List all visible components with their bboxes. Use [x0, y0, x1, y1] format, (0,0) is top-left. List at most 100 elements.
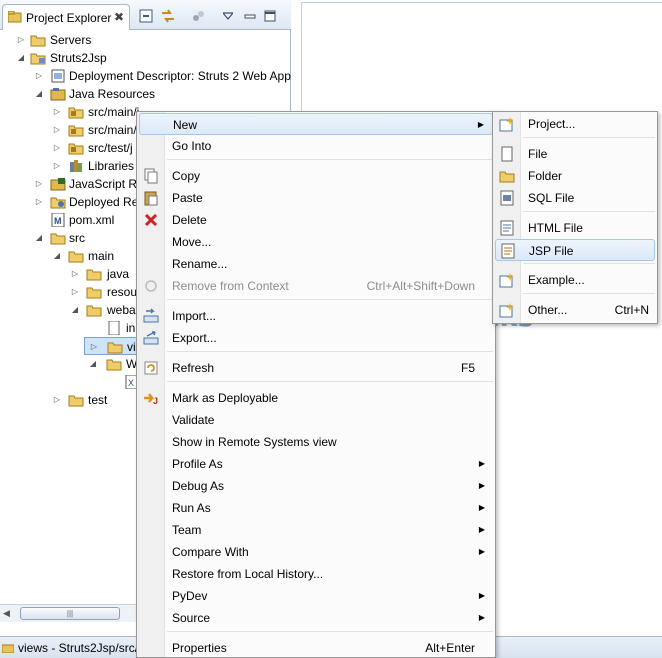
- tree-item-label: Struts2Jsp: [50, 51, 107, 65]
- submenu-item-html-file[interactable]: HTML File: [495, 217, 655, 239]
- menu-item-shortcut: F5: [460, 361, 475, 375]
- tree-item-label: java: [107, 267, 130, 281]
- folder-icon: [30, 31, 46, 49]
- menu-item-source[interactable]: Source ▶: [139, 607, 493, 629]
- menu-item-remove-from-context[interactable]: Remove from Context Ctrl+Alt+Shift+Down: [139, 275, 493, 297]
- svg-text:M: M: [54, 216, 62, 226]
- tree-twisty-icon[interactable]: ▷: [34, 175, 44, 193]
- tree-twisty-icon[interactable]: ◢: [88, 355, 98, 373]
- tree-twisty-icon[interactable]: ◢: [16, 49, 26, 67]
- tree-twisty-icon[interactable]: ▷: [52, 121, 62, 139]
- new-folder-icon: [499, 168, 515, 184]
- menu-item-debug-as[interactable]: Debug As ▶: [139, 475, 493, 497]
- tree-item-label: weba: [107, 303, 136, 317]
- menu-item-label: SQL File: [528, 191, 575, 205]
- source-folder-icon: [68, 103, 84, 121]
- file-icon: [106, 319, 122, 337]
- maximize-icon[interactable]: [262, 8, 278, 24]
- menu-item-import[interactable]: Import...: [139, 305, 493, 327]
- menu-item-run-as[interactable]: Run As ▶: [139, 497, 493, 519]
- tree-twisty-icon[interactable]: [34, 211, 44, 229]
- context-menu: New ▶ Go Into Copy Paste Delete Move... Rename.…: [136, 111, 496, 658]
- folder-icon: [68, 391, 84, 409]
- collapse-all-icon[interactable]: [138, 8, 154, 24]
- tree-twisty-icon[interactable]: ▷: [16, 31, 26, 49]
- tree-twisty-icon[interactable]: ▷: [52, 157, 62, 175]
- paste-icon: [143, 190, 159, 206]
- menu-item-new[interactable]: New ▶: [139, 113, 493, 135]
- folder-icon: [107, 338, 123, 356]
- tree-item[interactable]: ▷ Deployment Descriptor: Struts 2 Web App: [0, 67, 291, 85]
- menu-item-properties[interactable]: Properties Alt+Enter: [139, 637, 493, 658]
- link-with-editor-icon[interactable]: [160, 8, 176, 24]
- menu-item-mark-as-deployable[interactable]: J Mark as Deployable: [139, 387, 493, 409]
- menu-item-move[interactable]: Move...: [139, 231, 493, 253]
- tree-item[interactable]: ◢ Java Resources: [0, 85, 291, 103]
- tree-item[interactable]: ▷ vi: [84, 337, 144, 355]
- deployment-descriptor-icon: [50, 67, 66, 85]
- tree-twisty-icon[interactable]: ▷: [52, 103, 62, 121]
- menu-item-label: Remove from Context: [172, 279, 289, 293]
- submenu-arrow-icon: ▶: [478, 613, 485, 622]
- scroll-left-icon[interactable]: ◀: [3, 608, 10, 619]
- submenu-item-other[interactable]: Other... Ctrl+N: [495, 299, 655, 321]
- menu-item-label: Other...: [528, 303, 568, 317]
- menu-item-delete[interactable]: Delete: [139, 209, 493, 231]
- menu-separator: [523, 137, 655, 138]
- menu-item-go-into[interactable]: Go Into: [139, 135, 493, 157]
- menu-item-show-in-remote-systems-view[interactable]: Show in Remote Systems view: [139, 431, 493, 453]
- tree-twisty-icon[interactable]: ▷: [34, 193, 44, 211]
- menu-item-validate[interactable]: Validate: [139, 409, 493, 431]
- menu-item-label: New: [173, 118, 198, 132]
- tree-twisty-icon[interactable]: [88, 319, 98, 337]
- menu-item-export[interactable]: Export...: [139, 327, 493, 349]
- tree-twisty-icon[interactable]: [106, 373, 116, 391]
- menu-item-pydev[interactable]: PyDev ▶: [139, 585, 493, 607]
- tree-twisty-icon[interactable]: ▷: [89, 338, 99, 356]
- view-menu-icon[interactable]: [220, 8, 236, 24]
- menu-item-restore-from-local-history[interactable]: Restore from Local History...: [139, 563, 493, 585]
- tree-twisty-icon[interactable]: ◢: [52, 247, 62, 265]
- tree-twisty-icon[interactable]: ▷: [70, 265, 80, 283]
- minimize-icon[interactable]: [242, 8, 258, 24]
- folder-icon: [2, 644, 14, 653]
- submenu-item-file[interactable]: File: [495, 143, 655, 165]
- tree-twisty-icon[interactable]: ▷: [52, 139, 62, 157]
- tree-twisty-icon[interactable]: ◢: [34, 229, 44, 247]
- tree-twisty-icon[interactable]: ◢: [34, 85, 44, 103]
- tree-twisty-icon[interactable]: ◢: [70, 301, 80, 319]
- menu-item-shortcut: Alt+Enter: [425, 641, 475, 655]
- submenu-arrow-icon: ▶: [477, 120, 484, 129]
- submenu-item-example[interactable]: Example...: [495, 269, 655, 291]
- menu-item-profile-as[interactable]: Profile As ▶: [139, 453, 493, 475]
- tree-item-label: vi: [127, 340, 136, 354]
- submenu-item-folder[interactable]: Folder: [495, 165, 655, 187]
- tree-item-label: test: [88, 393, 108, 407]
- tree-item-label: src: [69, 231, 85, 245]
- menu-item-team[interactable]: Team ▶: [139, 519, 493, 541]
- javascript-resources-icon: [50, 175, 66, 193]
- project-explorer-icon: [8, 11, 22, 23]
- tree-twisty-icon[interactable]: ▷: [34, 67, 44, 85]
- menu-item-copy[interactable]: Copy: [139, 165, 493, 187]
- menu-item-refresh[interactable]: Refresh F5: [139, 357, 493, 379]
- menu-item-rename[interactable]: Rename...: [139, 253, 493, 275]
- tree-twisty-icon[interactable]: ▷: [52, 391, 62, 409]
- tree-item[interactable]: ◢ Struts2Jsp: [0, 49, 291, 67]
- close-icon[interactable]: ✖: [114, 10, 124, 24]
- submenu-item-sql-file[interactable]: SQL File: [495, 187, 655, 209]
- focus-icon[interactable]: [190, 8, 206, 24]
- maven-file-icon: M: [50, 211, 66, 229]
- submenu-item-project[interactable]: Project...: [495, 113, 655, 135]
- menu-item-label: Restore from Local History...: [172, 567, 324, 581]
- tree-item[interactable]: ▷ Servers: [0, 31, 291, 49]
- example-icon: [499, 272, 515, 288]
- submenu-item-jsp-file[interactable]: JSP File: [495, 239, 655, 261]
- tree-item-label: Java Resources: [69, 87, 156, 101]
- menu-item-compare-with[interactable]: Compare With ▶: [139, 541, 493, 563]
- folder-icon: [50, 229, 66, 247]
- menu-item-paste[interactable]: Paste: [139, 187, 493, 209]
- scroll-thumb[interactable]: |||: [20, 607, 120, 620]
- tree-twisty-icon[interactable]: ▷: [70, 283, 80, 301]
- tab-project-explorer[interactable]: Project Explorer ✖: [2, 4, 130, 30]
